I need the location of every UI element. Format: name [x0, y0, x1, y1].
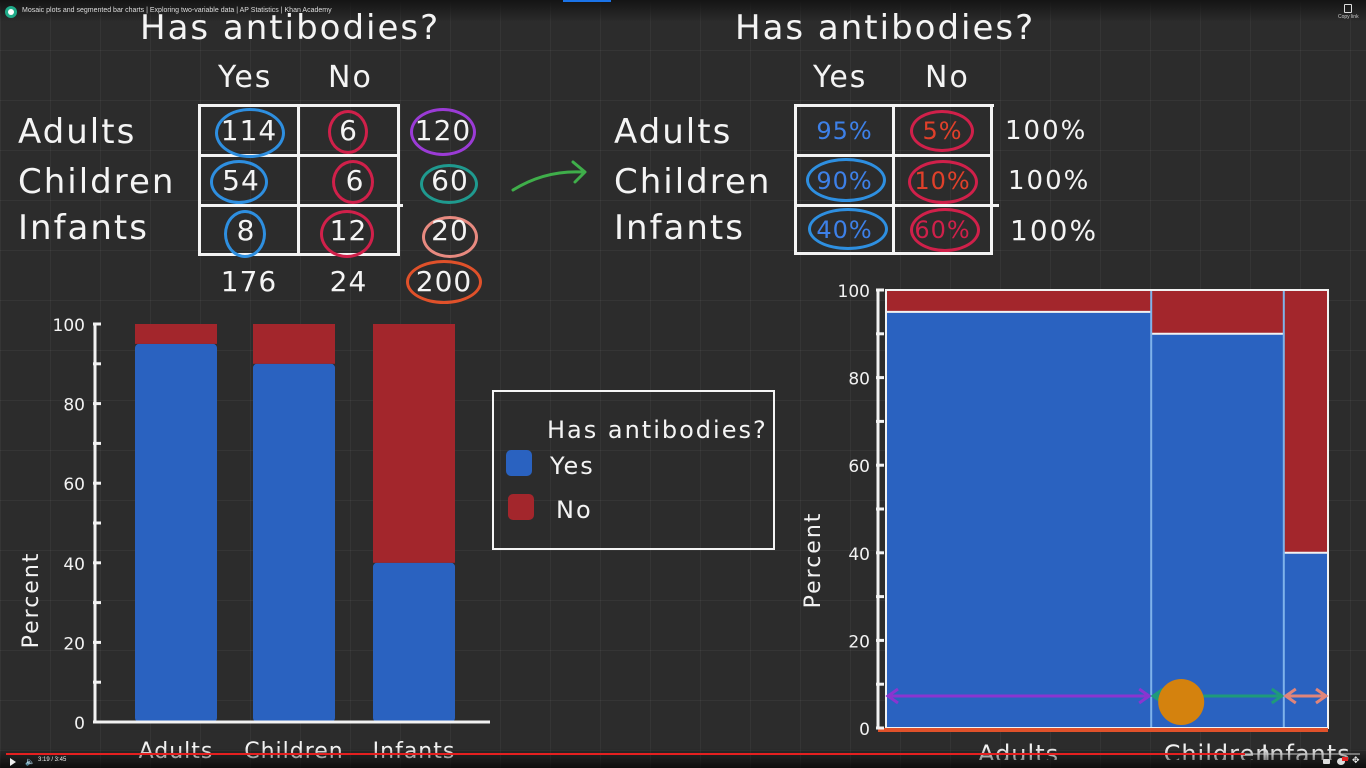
loading-indicator: [563, 0, 611, 2]
pct-infants-yes: 40%: [816, 215, 873, 244]
legend-label-yes: Yes: [550, 452, 595, 480]
legend-swatch-yes: [506, 450, 532, 476]
seg-y-tick-label: 20: [63, 634, 85, 654]
counts-infants-yes: 8: [236, 214, 256, 247]
fullscreen-exit-icon[interactable]: ✥: [1352, 757, 1360, 766]
green-arrow-icon: [511, 160, 587, 192]
pct-adults-total: 100%: [1005, 116, 1088, 146]
percent-row-label-infants: Infants: [614, 208, 745, 248]
mosaic-y-tick-label: 60: [848, 457, 870, 477]
counts-infants-total: 20: [431, 214, 469, 247]
percent-row-label-children: Children: [614, 162, 772, 202]
khan-academy-logo-icon[interactable]: [5, 6, 17, 18]
counts-adults-total: 120: [414, 114, 472, 147]
seg-bar-no-adults: [135, 324, 217, 344]
seg-bar-no-infants: [373, 324, 455, 563]
percent-col-yes: Yes: [813, 60, 868, 95]
pct-children-total: 100%: [1008, 166, 1091, 196]
mosaic-tile-no-adults: [886, 290, 1152, 312]
player-controls: [0, 748, 1366, 768]
counts-row-label-adults: Adults: [18, 112, 137, 152]
seg-bar-yes-adults: [135, 343, 217, 722]
mosaic-y-axis-label: Percent: [801, 512, 826, 609]
mosaic-tile-no-infants: [1283, 290, 1328, 553]
mosaic-tile-no-children: [1151, 290, 1284, 334]
legend: Has antibodies? Yes No: [492, 390, 775, 550]
mosaic-y-tick-label: 80: [848, 370, 870, 390]
captions-icon[interactable]: [1323, 759, 1330, 764]
seg-y-tick-label: 100: [53, 316, 85, 336]
progress-fill[interactable]: [6, 753, 1245, 755]
seg-y-tick-label: 40: [63, 555, 85, 575]
pct-infants-no: 60%: [914, 215, 971, 244]
pct-adults-yes: 95%: [816, 116, 873, 145]
pct-infants-total: 100%: [1010, 214, 1099, 247]
segmented-bar-chart: Percent 020406080100 AdultsChildrenInfan…: [19, 316, 490, 760]
seg-y-tick-label: 60: [63, 475, 85, 495]
counts-col-yes: Yes: [218, 60, 273, 95]
counts-col-no: No: [328, 60, 373, 95]
pointer-marker-icon: [1158, 679, 1205, 725]
legend-label-no: No: [556, 496, 593, 524]
counts-children-total: 60: [431, 164, 469, 197]
legend-swatch-no: [508, 494, 534, 520]
seg-y-tick-label: 80: [63, 396, 85, 416]
percent-grid-right: [990, 104, 993, 255]
counts-adults-no: 6: [339, 114, 358, 147]
mosaic-y-tick-label: 0: [859, 720, 870, 740]
hd-badge: [1342, 757, 1348, 761]
volume-icon[interactable]: 🔈: [25, 758, 35, 766]
time-display: 3:19 / 3:45: [38, 757, 67, 763]
counts-total-yes: 176: [220, 265, 278, 298]
seg-y-axis-label: Percent: [19, 552, 44, 649]
copy-link-label[interactable]: Copy link: [1338, 14, 1359, 20]
counts-table-title: Has antibodies?: [140, 8, 441, 48]
mosaic-tile-yes-infants: [1283, 552, 1328, 728]
percent-col-no: No: [925, 60, 970, 95]
seg-bar-no-children: [253, 324, 335, 364]
mosaic-y-tick-label: 40: [848, 545, 870, 565]
pct-children-yes: 90%: [816, 166, 873, 195]
copy-link-icon[interactable]: [1344, 4, 1352, 13]
percent-row-label-adults: Adults: [614, 112, 733, 152]
play-icon[interactable]: [10, 758, 16, 766]
seg-bar-yes-infants: [373, 562, 455, 722]
mosaic-plot: Percent 020406080100 AdultsChildrenInfan…: [801, 282, 1350, 760]
mosaic-tile-yes-children: [1151, 333, 1284, 728]
seg-bar-yes-children: [253, 363, 335, 722]
legend-title: Has antibodies?: [547, 416, 768, 444]
seg-y-tick-label: 0: [74, 714, 85, 734]
percent-table-title: Has antibodies?: [735, 8, 1036, 48]
counts-grand-total: 200: [415, 265, 473, 298]
mosaic-tile-yes-adults: [886, 311, 1152, 728]
pct-children-no: 10%: [914, 166, 971, 195]
mosaic-y-tick-label: 20: [848, 632, 870, 652]
counts-row-label-children: Children: [18, 162, 176, 202]
counts-children-yes: 54: [222, 164, 260, 197]
counts-infants-no: 12: [329, 214, 368, 247]
mosaic-y-tick-label: 100: [838, 282, 870, 302]
counts-children-no: 6: [345, 164, 365, 197]
counts-total-no: 24: [329, 265, 368, 298]
counts-adults-yes: 114: [220, 114, 278, 147]
pct-adults-no: 5%: [922, 116, 963, 145]
counts-row-label-infants: Infants: [18, 208, 149, 248]
